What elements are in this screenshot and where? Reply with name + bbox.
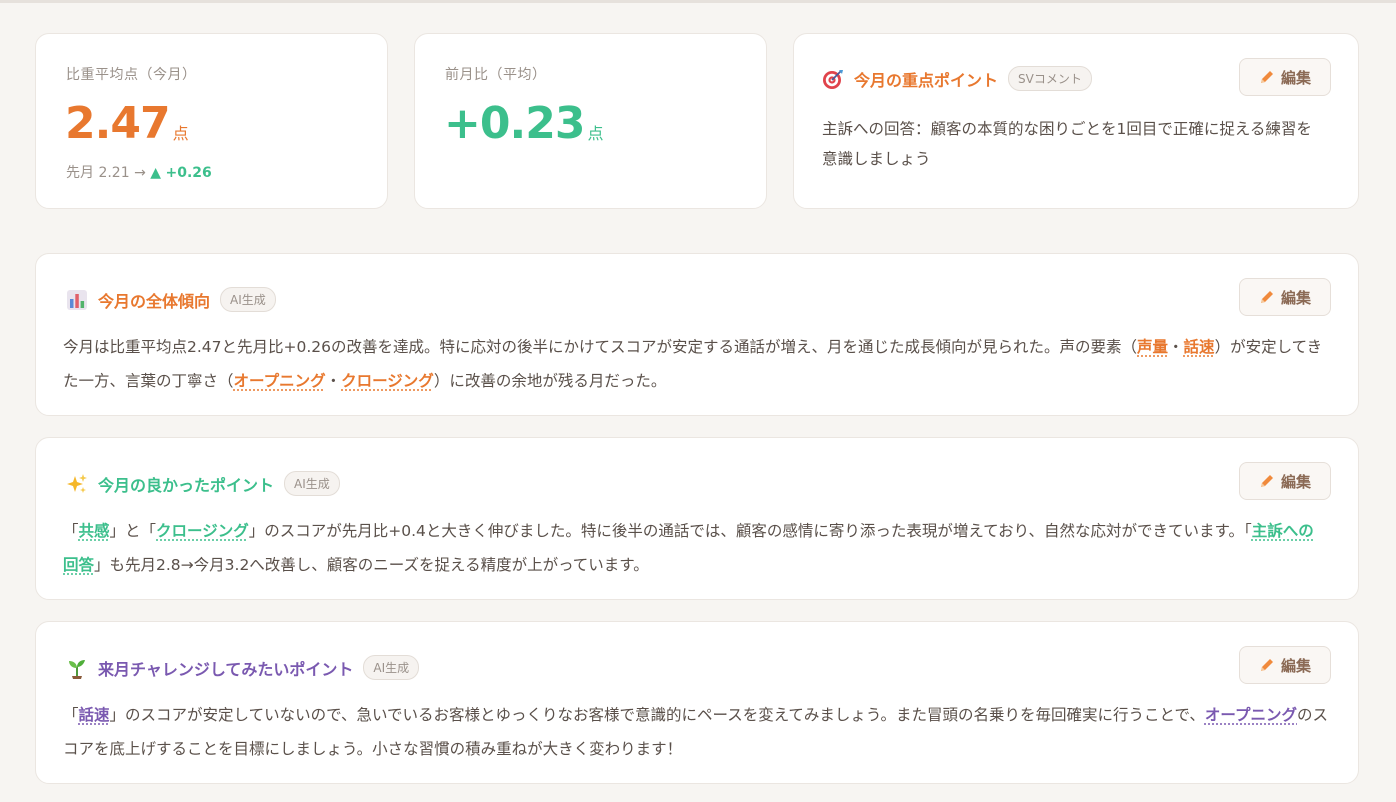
edit-label: 編集 [1280, 288, 1311, 307]
good-card: 今月の良かったポイント AI生成 編集 「共感」と「クロージング」のスコアが先月… [35, 437, 1359, 600]
stat-label: 比重平均点（今月） [66, 67, 197, 83]
text-span: ）に改善の余地が残る月だった。 [433, 372, 667, 390]
challenge-text: 「話速」のスコアが安定していないので、急いでいるお客様とゆっくりなお客様で意識的… [63, 698, 1328, 766]
edit-label: 編集 [1280, 68, 1311, 87]
stat-value-row: 2.47 点 [65, 102, 189, 146]
text-span: 」も先月2.8→今月3.2へ改善し、顧客のニーズを捉える精度が上がっています。 [94, 556, 649, 574]
stat-value-row: +0.23 点 [444, 102, 603, 146]
edit-label: 編集 [1280, 472, 1311, 491]
text-span: 「 [63, 522, 79, 540]
keyword-link[interactable]: クロージング [341, 372, 434, 390]
text-span: 」のスコアが先月比+0.4と大きく伸びました。特に後半の通話では、顧客の感情に寄… [248, 522, 1252, 540]
trend-tag: AI生成 [220, 287, 276, 312]
focus-header: 今月の重点ポイント SVコメント [822, 66, 1092, 91]
stat-prev: 先月 2.21 → [66, 165, 146, 181]
keyword-link[interactable]: 声量 [1137, 338, 1168, 356]
keyword-link[interactable]: オープニング [1205, 706, 1297, 724]
focus-card: 今月の重点ポイント SVコメント 編集 主訴への回答：顧客の本質的な困りごとを1… [793, 33, 1359, 209]
challenge-card: 来月チャレンジしてみたいポイント AI生成 編集 「話速」のスコアが安定していな… [35, 621, 1359, 784]
challenge-edit-button[interactable]: 編集 [1239, 646, 1331, 684]
stat-card-average: 比重平均点（今月） 2.47 点 先月 2.21 → ▲ +0.26 [35, 33, 388, 209]
challenge-header: 来月チャレンジしてみたいポイント AI生成 [66, 655, 420, 680]
stat-value: +0.23 [444, 98, 585, 149]
trend-card: 今月の全体傾向 AI生成 編集 今月は比重平均点2.47と先月比+0.26の改善… [35, 253, 1359, 416]
keyword-link[interactable]: 共感 [79, 522, 110, 540]
edit-label: 編集 [1280, 656, 1311, 675]
text-span: 」のスコアが安定していないので、急いでいるお客様とゆっくりなお客様で意識的にペー… [109, 706, 1205, 724]
sparkles-icon [66, 473, 88, 495]
text-span: 」と「 [109, 522, 157, 540]
text-span: 今月は比重平均点2.47と先月比+0.26の改善を達成。特に応対の後半にかけてス… [63, 338, 1138, 356]
keyword-link[interactable]: 話速 [1184, 338, 1215, 356]
stat-unit: 点 [587, 124, 604, 143]
stat-sub: 先月 2.21 → ▲ +0.26 [66, 162, 212, 182]
keyword-link[interactable]: オープニング [234, 372, 326, 390]
good-text: 「共感」と「クロージング」のスコアが先月比+0.4と大きく伸びました。特に後半の… [63, 514, 1328, 582]
delta-up-icon: ▲ [150, 165, 162, 181]
challenge-title: 来月チャレンジしてみたいポイント [98, 659, 354, 679]
focus-title: 今月の重点ポイント [854, 70, 999, 90]
good-title: 今月の良かったポイント [98, 475, 275, 495]
text-span: 「 [63, 706, 79, 724]
text-span: ・ [325, 372, 342, 390]
stat-value: 2.47 [65, 98, 171, 149]
trend-text: 今月は比重平均点2.47と先月比+0.26の改善を達成。特に応対の後半にかけてス… [63, 330, 1323, 398]
keyword-link[interactable]: クロージング [156, 522, 249, 540]
pencil-icon [1260, 475, 1273, 487]
stat-card-mom: 前月比（平均） +0.23 点 [414, 33, 767, 209]
trend-title: 今月の全体傾向 [98, 291, 211, 311]
bar-chart-icon [66, 289, 88, 311]
pencil-icon [1260, 659, 1273, 671]
trend-header: 今月の全体傾向 AI生成 [66, 287, 276, 312]
stat-delta: +0.26 [165, 165, 212, 181]
good-header: 今月の良かったポイント AI生成 [66, 471, 340, 496]
stat-unit: 点 [172, 124, 189, 143]
text-span: ・ [1168, 338, 1184, 356]
focus-edit-button[interactable]: 編集 [1239, 58, 1331, 96]
focus-text: 主訴への回答：顧客の本質的な困りごとを1回目で正確に捉える練習を意識しましょう [822, 120, 1312, 168]
seedling-icon [66, 657, 88, 679]
good-tag: AI生成 [284, 471, 340, 496]
pencil-icon [1260, 291, 1273, 303]
pencil-icon [1260, 71, 1273, 83]
top-divider [0, 0, 1396, 3]
stat-label: 前月比（平均） [445, 67, 547, 83]
keyword-link[interactable]: 話速 [79, 706, 110, 724]
challenge-tag: AI生成 [363, 655, 420, 680]
focus-tag: SVコメント [1008, 66, 1092, 91]
good-edit-button[interactable]: 編集 [1239, 462, 1331, 500]
target-icon [822, 68, 844, 90]
trend-edit-button[interactable]: 編集 [1239, 278, 1331, 316]
